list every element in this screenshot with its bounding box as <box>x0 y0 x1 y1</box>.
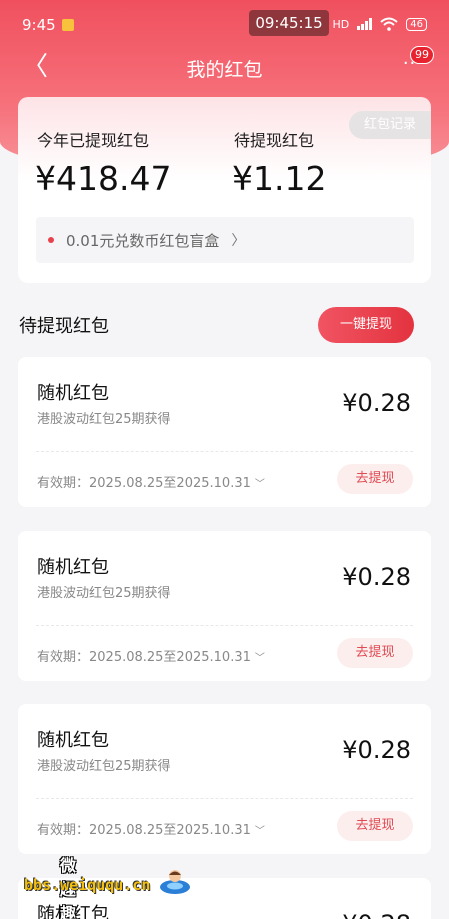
item-source: 港股波动红包25期获得 <box>37 759 171 774</box>
red-packet-item: 随机红包 港股波动红包25期获得 ¥0.28 有效期：2025.08.25至20… <box>18 704 431 854</box>
item-amount: ¥0.28 <box>342 389 411 417</box>
swim-ring-logo-icon <box>160 870 190 894</box>
chevron-down-icon: ﹀ <box>254 479 265 490</box>
signal-icon <box>357 18 373 30</box>
network-type-label: HD <box>332 17 350 31</box>
item-title: 随机红包 <box>37 383 109 404</box>
pending-label: 待提现红包 <box>234 131 315 150</box>
status-bar: 9:45 09:45:15 HD 46 <box>0 0 449 48</box>
item-title: 随机红包 <box>37 730 109 751</box>
item-amount: ¥0.28 <box>342 563 411 591</box>
validity-text: 有效期：2025.08.25至2025.10.31 <box>37 823 251 838</box>
withdraw-button[interactable]: 去提现 <box>337 811 413 841</box>
status-clock-pill: 09:45:15 <box>249 10 329 36</box>
withdrawn-label: 今年已提现红包 <box>37 131 150 150</box>
summary-card: 红包记录 今年已提现红包 ¥418.47 待提现红包 ¥1.12 0.01元兑数… <box>18 97 431 283</box>
item-source: 港股波动红包25期获得 <box>37 412 171 427</box>
pending-amount: ¥1.12 <box>232 159 327 198</box>
nav-bar: 〈 我的红包 ··· 99 <box>0 46 449 88</box>
one-click-withdraw-button[interactable]: 一键提现 <box>318 307 414 343</box>
item-validity[interactable]: 有效期：2025.08.25至2025.10.31 ﹀ <box>37 646 265 665</box>
blind-box-promo[interactable]: 0.01元兑数币红包盲盒 〉 <box>36 217 414 263</box>
divider <box>36 451 413 452</box>
item-validity[interactable]: 有效期：2025.08.25至2025.10.31 ﹀ <box>37 472 265 491</box>
status-time: 9:45 <box>22 16 56 34</box>
status-icons: HD 46 <box>333 17 427 31</box>
divider <box>36 625 413 626</box>
notification-badge: 99 <box>410 46 434 64</box>
chevron-down-icon: ﹀ <box>254 653 265 664</box>
item-title: 随机红包 <box>37 557 109 578</box>
battery-icon: 46 <box>406 17 427 31</box>
red-packet-item: 随机红包 港股波动红包25期获得 ¥0.28 有效期：2025.08.25至20… <box>18 531 431 681</box>
red-packet-item: 随机红包 港股波动红包25期获得 ¥0.28 有效期：2025.08.25至20… <box>18 357 431 507</box>
watermark-url: bbs.weiququ.cn <box>24 876 151 894</box>
promo-text: 0.01元兑数币红包盲盒 <box>66 231 220 250</box>
notification-icon <box>62 19 74 31</box>
validity-text: 有效期：2025.08.25至2025.10.31 <box>37 476 251 491</box>
red-packet-records-button[interactable]: 红包记录 <box>349 111 431 139</box>
withdraw-button[interactable]: 去提现 <box>337 638 413 668</box>
item-amount: ¥0.28 <box>342 736 411 764</box>
item-validity[interactable]: 有效期：2025.08.25至2025.10.31 ﹀ <box>37 819 265 838</box>
withdraw-button[interactable]: 去提现 <box>337 464 413 494</box>
item-source: 港股波动红包25期获得 <box>37 586 171 601</box>
bullet-dot-icon <box>48 237 54 243</box>
page-title: 我的红包 <box>186 59 263 81</box>
withdrawn-amount: ¥418.47 <box>35 159 172 198</box>
chevron-down-icon: ﹀ <box>254 826 265 837</box>
chevron-right-icon: 〉 <box>231 233 246 249</box>
divider <box>36 798 413 799</box>
validity-text: 有效期：2025.08.25至2025.10.31 <box>37 650 251 665</box>
section-title: 待提现红包 <box>19 316 109 337</box>
wifi-icon <box>380 17 398 31</box>
item-amount: ¥0.28 <box>342 910 411 919</box>
